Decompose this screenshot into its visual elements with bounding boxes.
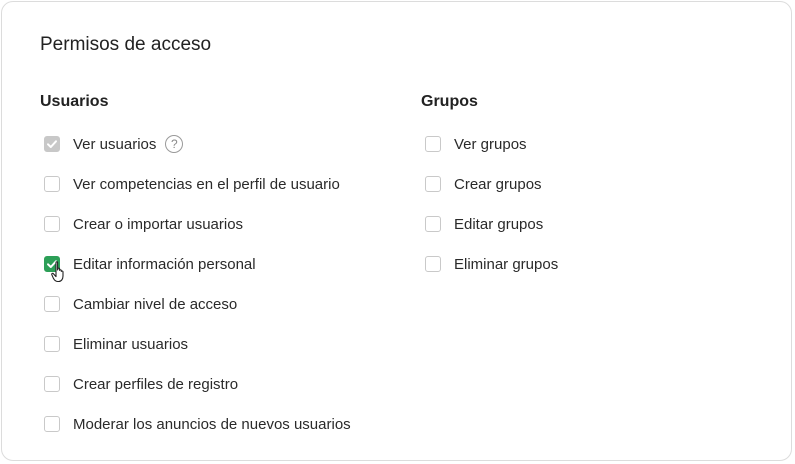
check-icon [47,260,57,268]
checkbox-eliminar-usuarios[interactable] [44,336,60,352]
permission-ver-grupos: Ver grupos [421,124,558,164]
permission-cambiar-nivel-acceso: Cambiar nivel de acceso [40,284,351,324]
permission-label[interactable]: Ver usuarios [73,136,156,153]
checkbox-editar-grupos[interactable] [425,216,441,232]
permission-eliminar-grupos: Eliminar grupos [421,244,558,284]
checkbox-eliminar-grupos[interactable] [425,256,441,272]
checkbox-ver-usuarios[interactable] [44,136,60,152]
checkbox-crear-perfiles-registro[interactable] [44,376,60,392]
help-icon[interactable]: ? [165,135,184,153]
groups-heading: Grupos [421,93,478,110]
permission-crear-grupos: Crear grupos [421,164,558,204]
users-heading: Usuarios [40,93,109,110]
permission-label[interactable]: Ver grupos [454,136,527,153]
users-column: Usuarios Ver usuarios ? Ver competencias… [40,93,351,444]
permission-label[interactable]: Eliminar usuarios [73,336,188,353]
permission-label[interactable]: Ver competencias en el perfil de usuario [73,176,340,193]
panel-title: Permisos de acceso [40,34,212,55]
groups-permission-list: Ver grupos Crear grupos Editar grupos El… [421,124,558,284]
permission-label[interactable]: Crear perfiles de registro [73,376,238,393]
permission-label[interactable]: Editar información personal [73,256,256,273]
permission-ver-competencias: Ver competencias en el perfil de usuario [40,164,351,204]
permission-eliminar-usuarios: Eliminar usuarios [40,324,351,364]
permission-label[interactable]: Cambiar nivel de acceso [73,296,237,313]
permission-label[interactable]: Editar grupos [454,216,543,233]
groups-column: Grupos Ver grupos Crear grupos Editar gr… [421,93,558,284]
access-permissions-panel: Permisos de acceso Usuarios Ver usuarios… [1,1,792,461]
permission-editar-informacion-personal: Editar información personal [40,244,351,284]
permission-moderar-anuncios: Moderar los anuncios de nuevos usuarios [40,404,351,444]
permission-crear-importar-usuarios: Crear o importar usuarios [40,204,351,244]
permission-label[interactable]: Moderar los anuncios de nuevos usuarios [73,416,351,433]
checkbox-ver-competencias[interactable] [44,176,60,192]
permission-label[interactable]: Crear grupos [454,176,542,193]
checkbox-editar-informacion-personal[interactable] [44,256,60,272]
check-icon [47,140,57,148]
permission-label[interactable]: Eliminar grupos [454,256,558,273]
permission-crear-perfiles-registro: Crear perfiles de registro [40,364,351,404]
permission-editar-grupos: Editar grupos [421,204,558,244]
checkbox-cambiar-nivel-acceso[interactable] [44,296,60,312]
users-permission-list: Ver usuarios ? Ver competencias en el pe… [40,124,351,444]
checkbox-crear-grupos[interactable] [425,176,441,192]
permission-label[interactable]: Crear o importar usuarios [73,216,243,233]
checkbox-ver-grupos[interactable] [425,136,441,152]
checkbox-crear-importar-usuarios[interactable] [44,216,60,232]
checkbox-moderar-anuncios[interactable] [44,416,60,432]
permission-ver-usuarios: Ver usuarios ? [40,124,351,164]
